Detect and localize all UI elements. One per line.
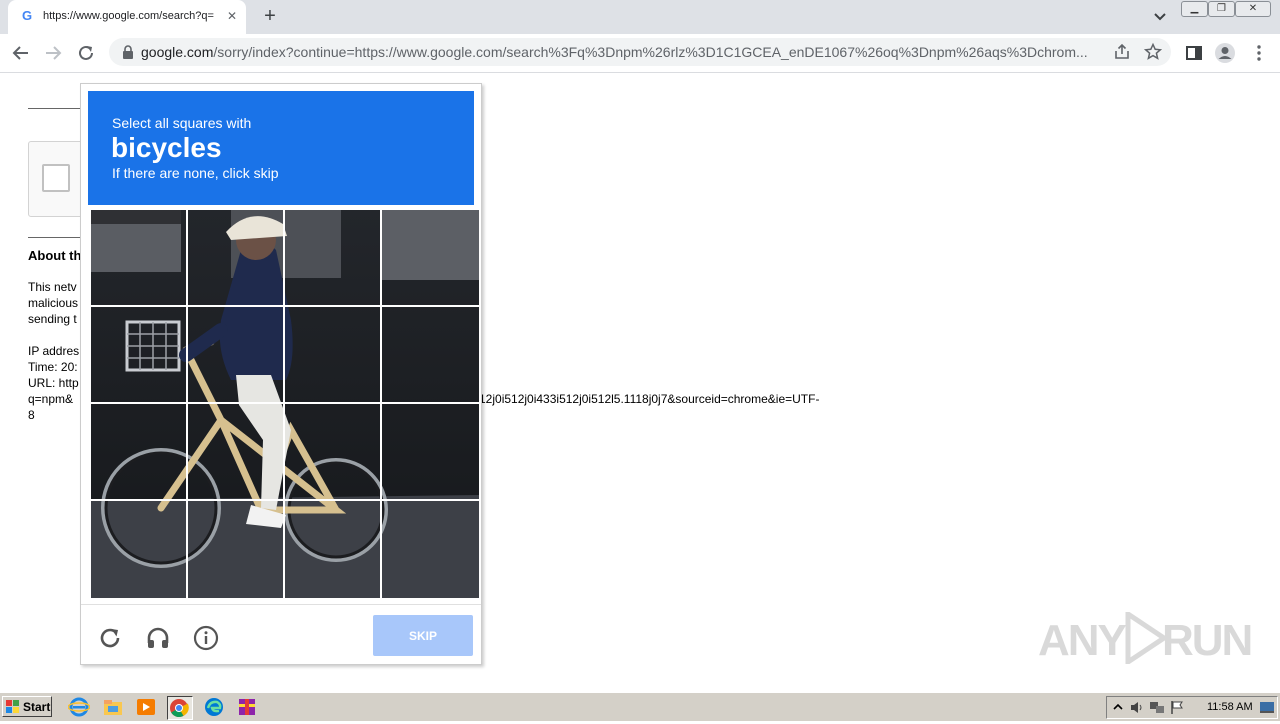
- grid-tile-15[interactable]: [285, 501, 380, 596]
- show-hidden-icons-chevron-icon[interactable]: [1110, 700, 1126, 715]
- browser-tab[interactable]: G https://www.google.com/search?q= ✕: [8, 0, 246, 34]
- prompt-target-object: bicycles: [111, 132, 222, 163]
- info-line: Time: 20:: [28, 360, 78, 374]
- tab-close-icon[interactable]: ✕: [224, 8, 240, 24]
- grid-tile-2[interactable]: [188, 210, 283, 305]
- menu-kebab-icon[interactable]: [1248, 42, 1270, 64]
- restore-button[interactable]: ❐: [1208, 1, 1235, 17]
- anyrun-watermark: ANY RUN: [1038, 608, 1253, 668]
- challenge-prompt: Select all squares with bicycles If ther…: [88, 91, 474, 205]
- action-center-flag-icon[interactable]: [1169, 700, 1185, 715]
- share-icon[interactable]: [1112, 42, 1132, 62]
- close-window-button[interactable]: ✕: [1235, 1, 1271, 17]
- start-button[interactable]: Start: [2, 696, 52, 717]
- system-tray: 11:58 AM: [1106, 696, 1278, 719]
- url-continuation: 12j0i512j0i433i512j0i512l5.1118j0j7&sour…: [479, 392, 820, 406]
- prompt-skip-hint: If there are none, click skip: [112, 165, 279, 181]
- edge-icon[interactable]: [203, 696, 227, 718]
- audio-challenge-headphones-icon[interactable]: [145, 625, 171, 651]
- url-host: google.com: [141, 44, 214, 60]
- grid-tile-1[interactable]: [91, 210, 186, 305]
- grid-tile-12[interactable]: [382, 404, 477, 499]
- divider: [28, 237, 88, 238]
- grid-tile-3[interactable]: [285, 210, 380, 305]
- grid-tile-7[interactable]: [285, 307, 380, 402]
- paragraph-line: malicious: [28, 296, 79, 310]
- tab-strip: G https://www.google.com/search?q= ✕ + ▁…: [0, 0, 1280, 34]
- side-panel-icon[interactable]: [1183, 42, 1205, 64]
- watermark-text-left: ANY: [1038, 616, 1127, 665]
- grid-tile-4[interactable]: [382, 210, 477, 305]
- volume-icon[interactable]: [1129, 700, 1145, 715]
- info-line: 8: [28, 408, 35, 422]
- internet-explorer-icon[interactable]: [67, 696, 92, 718]
- tab-title: https://www.google.com/search?q=: [43, 10, 214, 22]
- media-player-icon[interactable]: [135, 696, 159, 718]
- prompt-instruction: Select all squares with: [112, 115, 252, 131]
- network-icon[interactable]: [1149, 700, 1165, 715]
- forward-arrow-icon[interactable]: [42, 42, 64, 64]
- recaptcha-challenge: Select all squares with bicycles If ther…: [80, 83, 482, 665]
- paragraph-line: This netv: [28, 280, 77, 294]
- not-a-robot-checkbox[interactable]: [42, 164, 70, 192]
- image-grid: [91, 210, 479, 598]
- taskbar: Start 11:58 AM: [0, 692, 1280, 721]
- url-text[interactable]: google.com/sorry/index?continue=https://…: [141, 44, 1103, 62]
- lock-icon[interactable]: [121, 44, 135, 60]
- minimize-button[interactable]: ▁: [1181, 1, 1208, 17]
- grid-tile-8[interactable]: [382, 307, 477, 402]
- challenge-footer: SKIP: [81, 604, 481, 665]
- back-arrow-icon[interactable]: [10, 42, 32, 64]
- chrome-icon[interactable]: [167, 696, 193, 720]
- reload-icon[interactable]: [75, 42, 97, 64]
- address-bar[interactable]: google.com/sorry/index?continue=https://…: [109, 38, 1171, 66]
- windows-flag-icon: [6, 700, 19, 713]
- profile-avatar-icon[interactable]: [1214, 42, 1236, 64]
- tab-search-chevron-icon[interactable]: [1150, 8, 1170, 26]
- info-line: URL: http: [28, 376, 79, 390]
- grid-tile-13[interactable]: [91, 501, 186, 596]
- skip-button[interactable]: SKIP: [373, 615, 473, 656]
- clock[interactable]: 11:58 AM: [1207, 701, 1253, 713]
- paragraph-line: sending t: [28, 312, 77, 326]
- watermark-text-right: RUN: [1162, 616, 1253, 665]
- grid-tile-6[interactable]: [188, 307, 283, 402]
- grid-tile-9[interactable]: [91, 404, 186, 499]
- info-icon[interactable]: [193, 625, 219, 651]
- grid-tile-10[interactable]: [188, 404, 283, 499]
- grid-tile-16[interactable]: [382, 501, 477, 596]
- archive-app-icon[interactable]: [236, 696, 260, 718]
- new-tab-button[interactable]: +: [258, 4, 282, 28]
- start-label: Start: [23, 700, 51, 714]
- grid-tile-14[interactable]: [188, 501, 283, 596]
- info-line: IP addres: [28, 344, 80, 358]
- info-line: q=npm&: [28, 392, 74, 406]
- window-controls: ▁ ❐ ✕: [1181, 0, 1273, 18]
- divider: [28, 108, 88, 109]
- grid-tile-5[interactable]: [91, 307, 186, 402]
- google-favicon-icon: G: [22, 8, 33, 23]
- bookmark-star-icon[interactable]: [1143, 42, 1163, 62]
- file-explorer-icon[interactable]: [102, 696, 126, 718]
- about-heading: About th: [28, 248, 82, 263]
- grid-tile-11[interactable]: [285, 404, 380, 499]
- reload-challenge-icon[interactable]: [97, 625, 123, 651]
- show-desktop-icon[interactable]: [1259, 700, 1275, 715]
- url-path: /sorry/index?continue=https://www.google…: [213, 44, 1088, 60]
